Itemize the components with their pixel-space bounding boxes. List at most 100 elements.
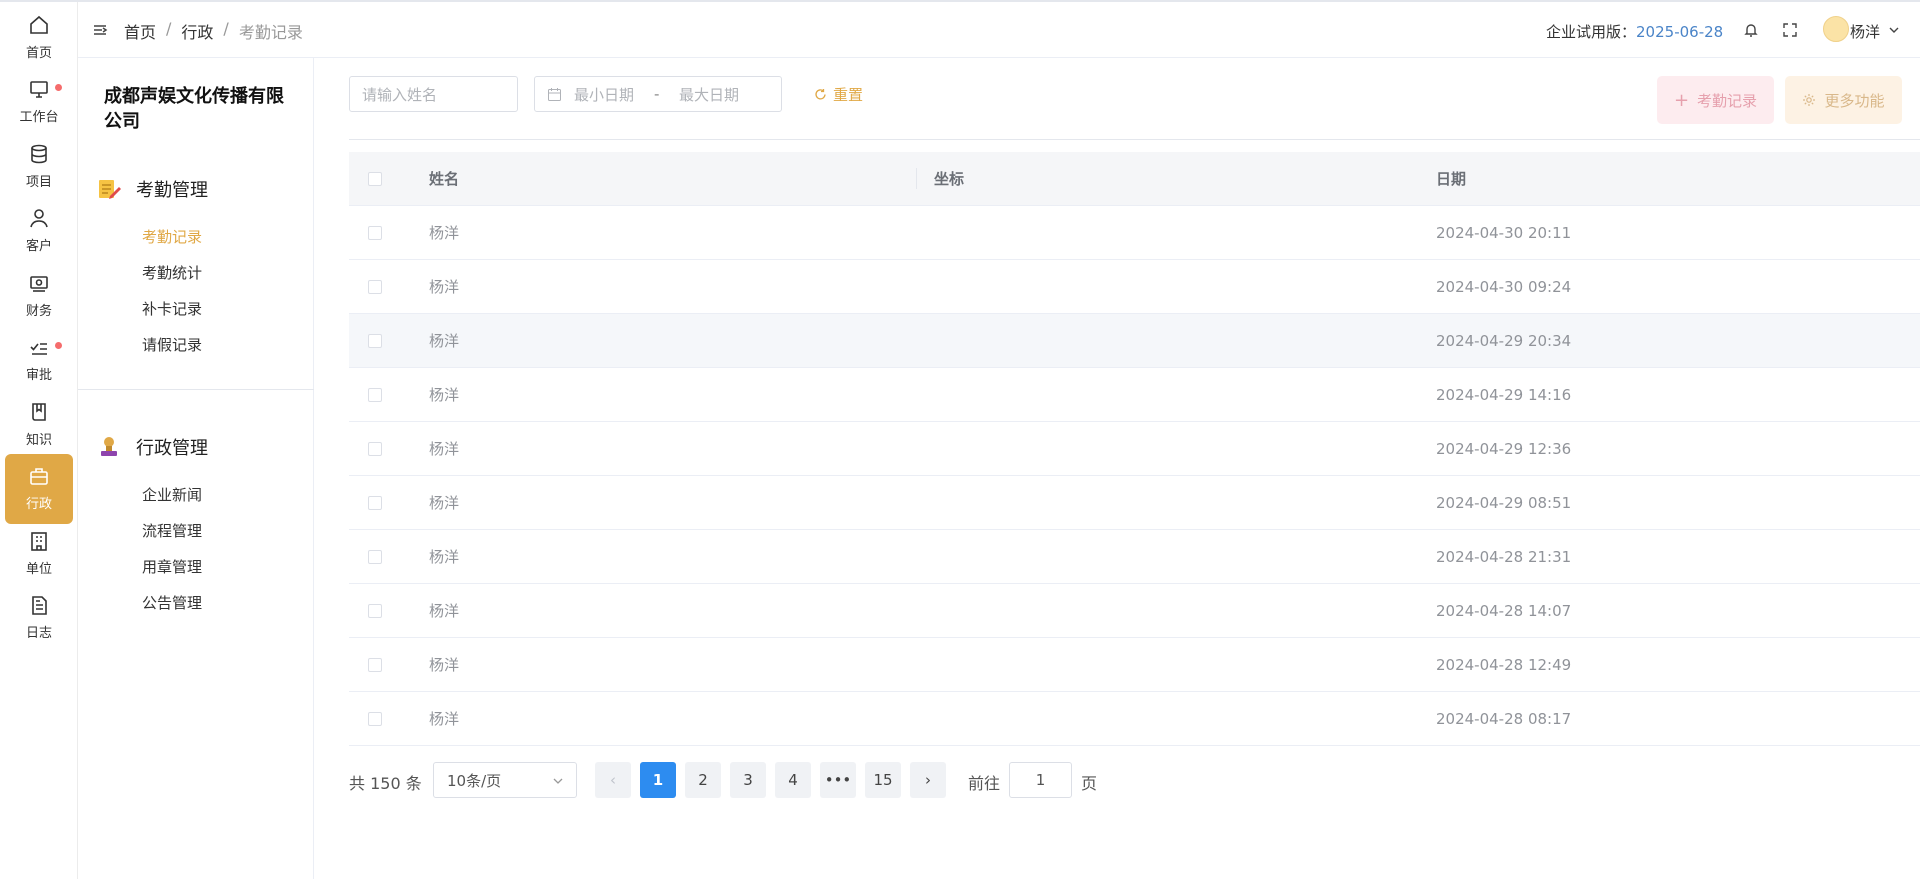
submenu-item-attendance-records[interactable]: 考勤记录	[142, 226, 202, 247]
home-icon	[30, 15, 48, 34]
rail-item-checklist[interactable]: 审批	[5, 328, 73, 392]
row-checkbox[interactable]	[368, 225, 382, 240]
row-checkbox[interactable]	[368, 333, 382, 348]
rail-item-money[interactable]: 财务	[5, 263, 73, 327]
row-checkbox[interactable]	[368, 603, 382, 618]
page-button[interactable]: 2	[685, 762, 721, 798]
rail-item-monitor[interactable]: 工作台	[5, 70, 73, 134]
stamp-icon	[101, 437, 117, 456]
group-attendance[interactable]: 考勤管理	[96, 176, 208, 202]
column-header-date[interactable]: 日期	[1419, 168, 1920, 189]
rail-item-label: 客户	[25, 239, 52, 254]
page-button[interactable]: 4	[775, 762, 811, 798]
page-size-select[interactable]: 10条/页	[433, 762, 577, 798]
submenu-item-leave-records[interactable]: 请假记录	[142, 334, 202, 355]
cell-name: 杨洋	[429, 602, 460, 620]
fullscreen-icon[interactable]	[1781, 21, 1799, 39]
reset-button[interactable]: 重置	[814, 84, 863, 105]
document-icon	[32, 596, 47, 615]
cell-name: 杨洋	[429, 710, 460, 728]
rail-item-home[interactable]: 首页	[5, 5, 73, 69]
submenu-item-process[interactable]: 流程管理	[142, 520, 202, 541]
row-checkbox[interactable]	[368, 495, 382, 510]
pagination-ellipsis[interactable]: •••	[820, 762, 856, 798]
rail-item-user[interactable]: 客户	[5, 199, 73, 263]
pagination: 共 150 条 10条/页 ‹ 1 2 3 4 ••• 15 › 前往 1 页	[349, 762, 1149, 798]
row-checkbox[interactable]	[368, 657, 382, 672]
submenu-item-announcements[interactable]: 公告管理	[142, 592, 202, 613]
column-header-name[interactable]: 姓名	[412, 168, 916, 189]
table-row[interactable]: 杨洋 2024-04-29 14:16	[349, 368, 1920, 422]
monitor-icon	[30, 81, 48, 98]
row-checkbox[interactable]	[368, 387, 382, 402]
more-functions-button[interactable]: 更多功能	[1785, 76, 1902, 124]
row-checkbox[interactable]	[368, 711, 382, 726]
chevron-down-icon	[553, 778, 563, 784]
notification-dot	[55, 341, 62, 349]
table-row[interactable]: 杨洋 2024-04-29 08:51	[349, 476, 1920, 530]
trial-label: 企业试用版：	[1546, 23, 1637, 41]
rail-item-label: 财务	[25, 303, 52, 319]
submenu-item-makeup-records[interactable]: 补卡记录	[142, 298, 202, 319]
row-checkbox[interactable]	[368, 549, 382, 564]
table-row[interactable]: 杨洋 2024-04-28 08:17	[349, 692, 1920, 746]
rail-item-book[interactable]: 知识	[5, 392, 73, 456]
rail-item-label: 单位	[25, 561, 52, 577]
table-row[interactable]: 杨洋 2024-04-28 21:31	[349, 530, 1920, 584]
table-row[interactable]: 杨洋 2024-04-29 12:36	[349, 422, 1920, 476]
table-row[interactable]: 杨洋 2024-04-30 09:24	[349, 260, 1920, 314]
rail-item-document[interactable]: 日志	[5, 586, 73, 650]
breadcrumb-admin[interactable]: 行政	[181, 19, 213, 43]
submenu-item-seal[interactable]: 用章管理	[142, 556, 202, 577]
group-administration[interactable]: 行政管理	[96, 434, 208, 460]
chevron-down-icon[interactable]	[1888, 25, 1900, 35]
breadcrumb-home[interactable]: 首页	[124, 19, 156, 43]
select-all-checkbox[interactable]	[368, 171, 382, 186]
table-row[interactable]: 杨洋 2024-04-30 20:11	[349, 206, 1920, 260]
trial-info: 企业试用版：2025-06-28	[1546, 21, 1723, 42]
rail-item-database[interactable]: 项目	[5, 134, 73, 198]
briefcase-icon	[30, 468, 48, 485]
rail-item-building[interactable]: 单位	[5, 521, 73, 585]
page-button[interactable]: 1	[640, 762, 676, 798]
bell-icon[interactable]	[1742, 21, 1760, 39]
table-row[interactable]: 杨洋 2024-04-29 20:34	[349, 314, 1920, 368]
rail-item-label: 日志	[25, 626, 52, 641]
checklist-icon	[30, 343, 47, 355]
building-icon	[31, 531, 47, 551]
add-attendance-button[interactable]: + 考勤记录	[1657, 76, 1774, 124]
column-header-coordinate[interactable]: 坐标	[916, 168, 1419, 189]
database-icon	[31, 144, 47, 163]
company-name: 成都声娱文化传播有限公司	[104, 86, 284, 132]
menu-toggle-icon[interactable]	[92, 22, 108, 38]
trial-date: 2025-06-28	[1636, 23, 1724, 41]
cell-name: 杨洋	[429, 440, 460, 458]
name-search-input[interactable]: 请输入姓名	[349, 76, 518, 112]
date-end-placeholder[interactable]: 最大日期	[679, 84, 739, 105]
user-name[interactable]: 杨洋	[1850, 21, 1880, 42]
rail-item-label: 行政	[25, 497, 52, 512]
avatar[interactable]	[1823, 16, 1849, 42]
prev-page-button[interactable]: ‹	[595, 762, 631, 798]
cell-name: 杨洋	[429, 386, 460, 404]
refresh-icon	[815, 89, 826, 100]
cell-date: 2024-04-28 21:31	[1436, 547, 1572, 566]
page-button[interactable]: 15	[865, 762, 901, 798]
submenu-item-attendance-stats[interactable]: 考勤统计	[142, 262, 202, 283]
page-button[interactable]: 3	[730, 762, 766, 798]
next-page-button[interactable]: ›	[910, 762, 946, 798]
add-attendance-label: 考勤记录	[1697, 91, 1758, 110]
date-start-placeholder[interactable]: 最小日期	[574, 84, 654, 105]
cell-date: 2024-04-29 14:16	[1436, 385, 1572, 404]
row-checkbox[interactable]	[368, 441, 382, 456]
rail-item-briefcase[interactable]: 行政	[5, 453, 73, 524]
date-range-picker[interactable]: 最小日期 - 最大日期	[534, 76, 782, 112]
row-checkbox[interactable]	[368, 279, 382, 294]
book-icon	[32, 402, 46, 421]
submenu-item-news[interactable]: 企业新闻	[142, 484, 202, 505]
table-row[interactable]: 杨洋 2024-04-28 12:49	[349, 638, 1920, 692]
cell-name: 杨洋	[429, 332, 460, 350]
cell-date: 2024-04-29 08:51	[1436, 493, 1572, 512]
table-row[interactable]: 杨洋 2024-04-28 14:07	[349, 584, 1920, 638]
goto-page-input[interactable]: 1	[1009, 762, 1072, 798]
